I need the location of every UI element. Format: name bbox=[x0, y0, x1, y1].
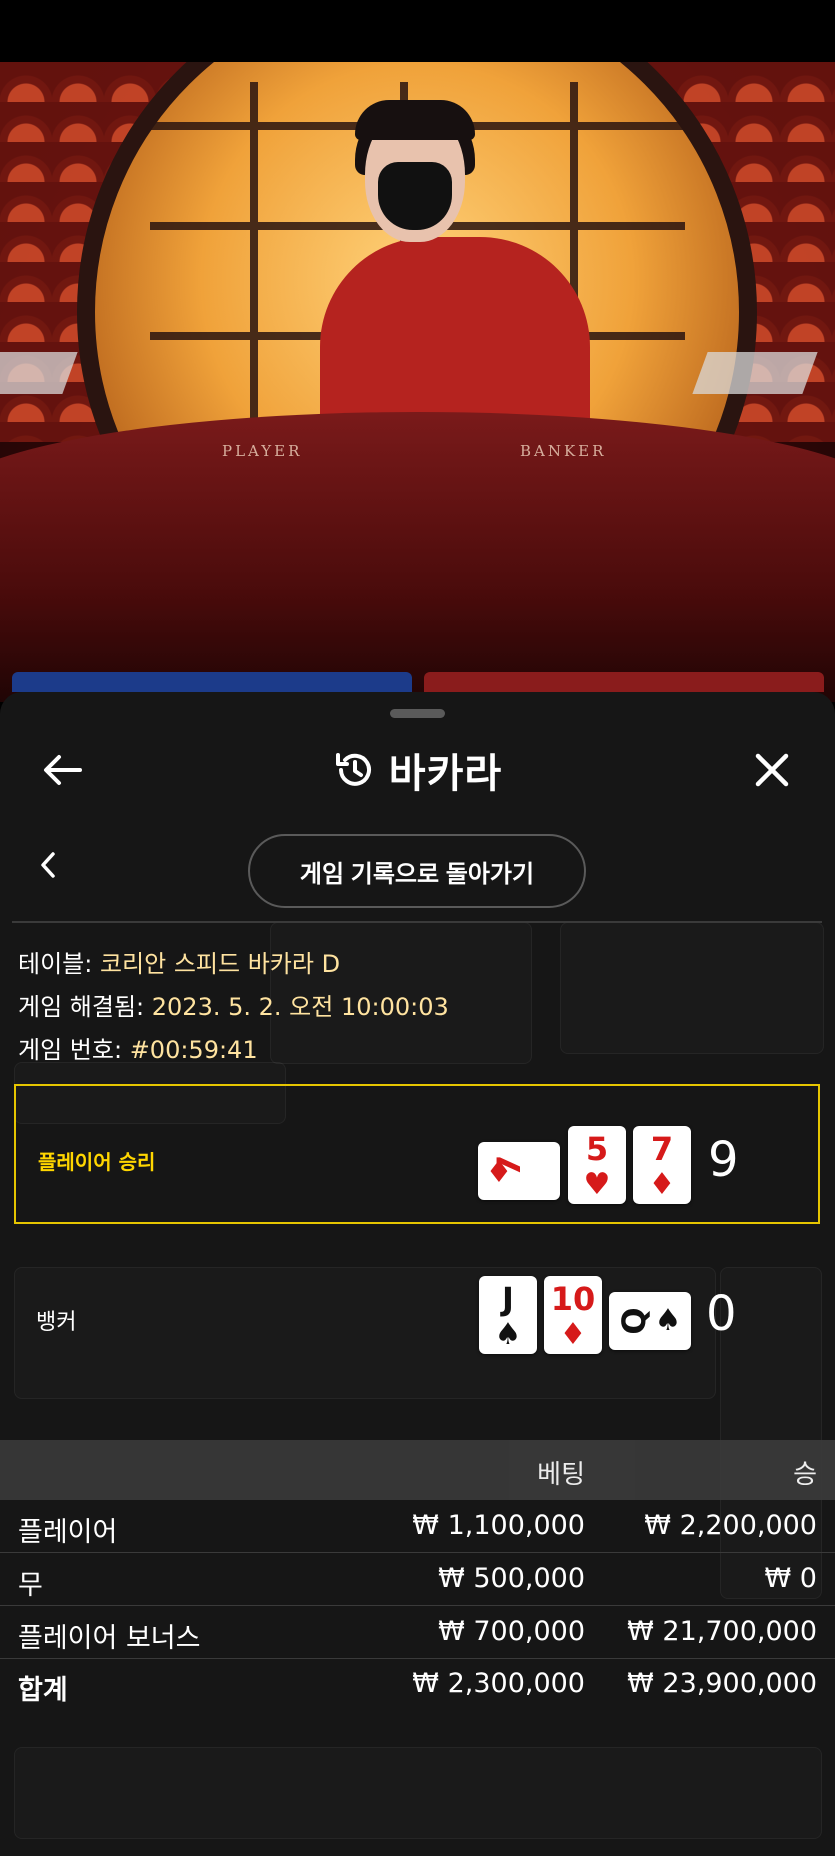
live-dealer-video: PLAYER BANKER bbox=[0, 62, 835, 702]
ghost-panel bbox=[14, 1747, 822, 1839]
heart-icon: ♥ bbox=[583, 1167, 611, 1202]
bet-column-header: 베팅 bbox=[537, 1460, 585, 1490]
card-rank: 5 bbox=[585, 1130, 609, 1168]
bet-amount: ₩ 500,000 bbox=[438, 1563, 585, 1594]
diamond-icon: ♦ bbox=[648, 1167, 676, 1202]
felt-player-text: PLAYER bbox=[222, 442, 303, 460]
banker-hand: 뱅커 J ♠ 10 ♦ Q ♠ 0 bbox=[14, 1252, 820, 1382]
game-number-value: #00:59:41 bbox=[129, 1036, 258, 1064]
player-hand: 플레이어 승리 7 ♦ 5 ♥ 7 ♦ 9 bbox=[14, 1084, 820, 1224]
win-amount: ₩ 0 bbox=[764, 1563, 817, 1594]
win-amount: ₩ 2,200,000 bbox=[644, 1510, 817, 1541]
bet-spot-banker-hint bbox=[424, 672, 824, 692]
baccarat-table bbox=[0, 412, 835, 702]
sheet-header: 바카라 bbox=[0, 740, 835, 800]
table-value: 코리안 스피드 바카라 D bbox=[99, 950, 341, 978]
spade-icon: ♠ bbox=[654, 1303, 682, 1338]
game-detail-sheet: 바카라 게임 기록으로 돌아가기 테이블: 코리안 스피드 바카라 D 게임 해… bbox=[0, 692, 835, 1856]
total-bet: ₩ 2,300,000 bbox=[412, 1668, 585, 1699]
banker-card-1: J ♠ bbox=[479, 1276, 537, 1354]
back-button[interactable] bbox=[32, 740, 92, 800]
resolved-info: 게임 해결됨: 2023. 5. 2. 오전 10:00:03 bbox=[18, 987, 449, 1022]
win-amount: ₩ 21,700,000 bbox=[627, 1616, 817, 1647]
player-card-1: 7 ♦ bbox=[478, 1142, 560, 1200]
table-row: 플레이어 보너스 ₩ 700,000 ₩ 21,700,000 bbox=[0, 1606, 835, 1659]
table-row: 플레이어 ₩ 1,100,000 ₩ 2,200,000 bbox=[0, 1500, 835, 1553]
total-win: ₩ 23,900,000 bbox=[627, 1668, 817, 1699]
bets-table-header: 베팅 승 bbox=[0, 1440, 835, 1500]
player-score: 9 bbox=[708, 1132, 739, 1188]
total-row: 합계 ₩ 2,300,000 ₩ 23,900,000 bbox=[0, 1658, 835, 1710]
player-card-2: 5 ♥ bbox=[568, 1126, 626, 1204]
card-rank: J bbox=[502, 1280, 514, 1318]
bet-amount: ₩ 1,100,000 bbox=[412, 1510, 585, 1541]
banker-card-3: Q ♠ bbox=[609, 1292, 691, 1350]
chevron-left-icon bbox=[41, 852, 55, 878]
felt-banker-text: BANKER bbox=[520, 442, 607, 460]
close-button[interactable] bbox=[742, 740, 802, 800]
spade-icon: ♠ bbox=[494, 1317, 522, 1352]
win-column-header: 승 bbox=[793, 1460, 817, 1490]
resolved-value: 2023. 5. 2. 오전 10:00:03 bbox=[151, 993, 449, 1021]
banker-card-2: 10 ♦ bbox=[544, 1276, 602, 1354]
game-number-label: 게임 번호: bbox=[18, 1036, 123, 1064]
bet-name: 플레이어 bbox=[18, 1517, 118, 1548]
page-title: 바카라 bbox=[388, 751, 503, 797]
bet-name: 플레이어 보너스 bbox=[18, 1623, 201, 1654]
close-icon bbox=[755, 753, 789, 787]
card-rank: Q bbox=[615, 1307, 653, 1335]
drag-handle[interactable] bbox=[390, 709, 445, 718]
bet-amount: ₩ 700,000 bbox=[438, 1616, 585, 1647]
status-bar bbox=[0, 0, 835, 62]
card-rank: 7 bbox=[650, 1130, 674, 1168]
dealer-mask bbox=[378, 162, 452, 230]
player-card-3: 7 ♦ bbox=[633, 1126, 691, 1204]
player-result-label: 플레이어 승리 bbox=[38, 1150, 156, 1174]
arrow-left-icon bbox=[44, 755, 82, 785]
diamond-icon: ♦ bbox=[485, 1155, 513, 1190]
table-label: 테이블: bbox=[18, 950, 93, 978]
banker-result-label: 뱅커 bbox=[36, 1310, 77, 1335]
diamond-icon: ♦ bbox=[559, 1317, 587, 1352]
previous-button[interactable] bbox=[28, 840, 68, 890]
card-rank: 10 bbox=[550, 1280, 596, 1318]
divider bbox=[12, 921, 822, 923]
bet-spot-player-hint bbox=[12, 672, 412, 692]
game-number-info: 게임 번호: #00:59:41 bbox=[18, 1030, 258, 1065]
ghost-panel bbox=[560, 922, 824, 1054]
card-shoe-right bbox=[692, 352, 818, 394]
back-to-history-button[interactable]: 게임 기록으로 돌아가기 bbox=[248, 834, 586, 908]
history-icon bbox=[335, 753, 371, 786]
table-info: 테이블: 코리안 스피드 바카라 D bbox=[18, 944, 340, 979]
dealer-bangs bbox=[355, 100, 475, 140]
bet-name: 무 bbox=[18, 1570, 43, 1601]
banker-score: 0 bbox=[706, 1286, 737, 1342]
resolved-label: 게임 해결됨: bbox=[18, 993, 145, 1021]
total-label: 합계 bbox=[18, 1675, 68, 1706]
table-row: 무 ₩ 500,000 ₩ 0 bbox=[0, 1553, 835, 1606]
